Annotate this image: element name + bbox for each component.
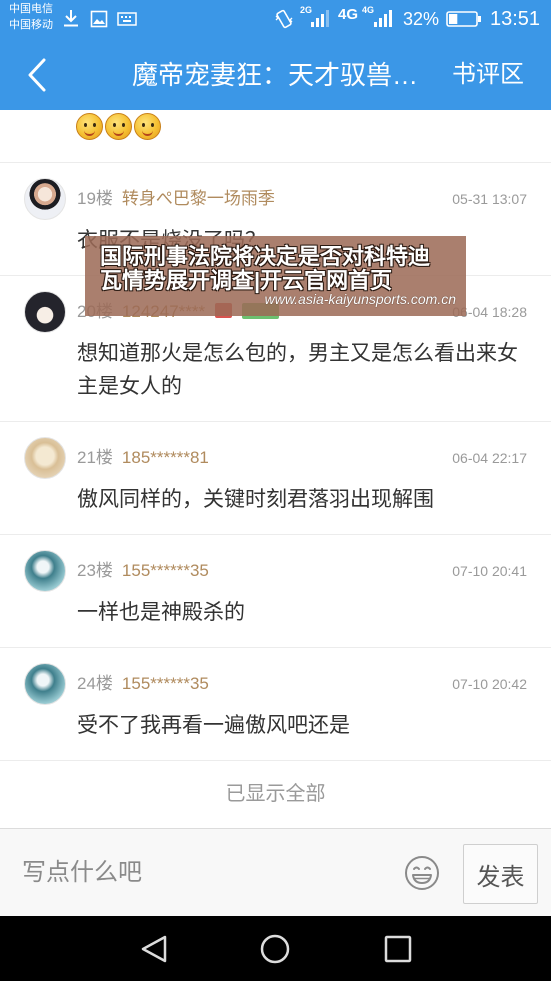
avatar[interactable] (24, 550, 66, 592)
floor-number: 19楼 (77, 189, 113, 208)
top-app-bar: 魔帝宠妻狂：天才驭兽… 书评区 (0, 38, 551, 110)
emoji-icon (76, 113, 103, 140)
back-triangle-icon[interactable] (140, 934, 168, 964)
comment-meta: 24楼 155******35 (77, 663, 209, 705)
vibrate-icon (275, 9, 293, 29)
comment-text: 一样也是神殿杀的 (77, 601, 245, 624)
comment-meta: 21楼 185******81 (77, 437, 209, 479)
send-button[interactable]: 发表 (463, 844, 538, 904)
watermark-overlay: 国际刑事法院将决定是否对科特迪 瓦情势展开调查|开云官网首页 www.asia-… (85, 236, 466, 316)
emoji-icon (134, 113, 161, 140)
avatar[interactable] (24, 663, 66, 705)
all-shown-label: 已显示全部 (225, 783, 326, 805)
battery-icon (446, 11, 481, 27)
floor-number: 21楼 (77, 448, 113, 467)
floor-number: 24楼 (77, 674, 113, 693)
watermark-url: www.asia-kaiyunsports.com.cn (264, 291, 456, 307)
comment-meta: 19楼 转身ぺ巴黎一场雨季 (77, 178, 275, 220)
signal-icon (311, 10, 329, 27)
watermark-line: 国际刑事法院将决定是否对科特迪 (100, 244, 431, 269)
username[interactable]: 185******81 (122, 448, 209, 467)
recents-square-icon[interactable] (384, 935, 412, 963)
username[interactable]: 转身ぺ巴黎一场雨季 (122, 189, 275, 208)
avatar[interactable] (24, 178, 66, 220)
comment-header: 23楼 155******35 07-10 20:41 (0, 550, 551, 592)
comment-text: 想知道那火是怎么包的，男主又是怎么看出来女主是女人的 (77, 342, 518, 398)
download-icon (64, 10, 78, 27)
comment-item[interactable]: 23楼 155******35 07-10 20:41 一样也是神殿杀的 (0, 535, 551, 648)
status-bar: 中国电信 中国移动 2G 4G 4G 32% 13:51 (0, 0, 551, 38)
comment-text: 傲风同样的，关键时刻君落羽出现解围 (77, 488, 434, 511)
avatar[interactable] (24, 291, 66, 333)
comment-date: 05-31 13:07 (452, 191, 527, 207)
comment-item[interactable]: 24楼 155******35 07-10 20:42 受不了我再看一遍傲风吧还是 (0, 648, 551, 761)
comment-date: 07-10 20:41 (452, 563, 527, 579)
username[interactable]: 155******35 (122, 561, 209, 580)
comment-date: 07-10 20:42 (452, 676, 527, 692)
comment-list[interactable]: 19楼转身ぺ巴黎一场雨季 05-31 13:07 衣服不是烧没了吗？ 20楼12… (0, 110, 551, 828)
avatar[interactable] (24, 437, 66, 479)
comment-item[interactable]: 21楼 185******81 06-04 22:17 傲风同样的，关键时刻君落羽… (0, 422, 551, 535)
comment-header: 19楼 转身ぺ巴黎一场雨季 05-31 13:07 (0, 178, 551, 220)
home-circle-icon[interactable] (259, 933, 291, 965)
comment-date: 06-04 22:17 (452, 450, 527, 466)
book-review-button[interactable]: 书评区 (452, 58, 524, 92)
comment-text: 受不了我再看一遍傲风吧还是 (77, 714, 350, 737)
emoji-icon (105, 113, 132, 140)
comment-header: 24楼 155******35 07-10 20:42 (0, 663, 551, 705)
watermark-line: 瓦情势展开调查|开云官网首页 (100, 268, 393, 293)
battery-percent: 32% (403, 9, 440, 29)
comment-input[interactable] (22, 856, 392, 890)
system-nav-bar (0, 916, 551, 981)
floor-number: 23楼 (77, 561, 113, 580)
carrier-name-bottom: 中国移动 (9, 19, 53, 31)
username[interactable]: 155******35 (122, 674, 209, 693)
comment-composer: 发表 (0, 828, 551, 916)
keyboard-icon (117, 12, 137, 26)
back-arrow-icon[interactable] (22, 56, 56, 94)
comment-header: 21楼 185******81 06-04 22:17 (0, 437, 551, 479)
signal-icon (374, 10, 392, 27)
comment-meta: 23楼 155******35 (77, 550, 209, 592)
page-title: 魔帝宠妻狂：天才驭兽… (131, 60, 418, 90)
image-icon (90, 10, 108, 28)
clock: 13:51 (490, 8, 541, 30)
smiley-icon[interactable] (404, 855, 440, 891)
previous-comment-emoji-row (0, 110, 551, 163)
data-network-label: 4G (338, 6, 359, 23)
carrier-name-top: 中国电信 (9, 3, 53, 15)
